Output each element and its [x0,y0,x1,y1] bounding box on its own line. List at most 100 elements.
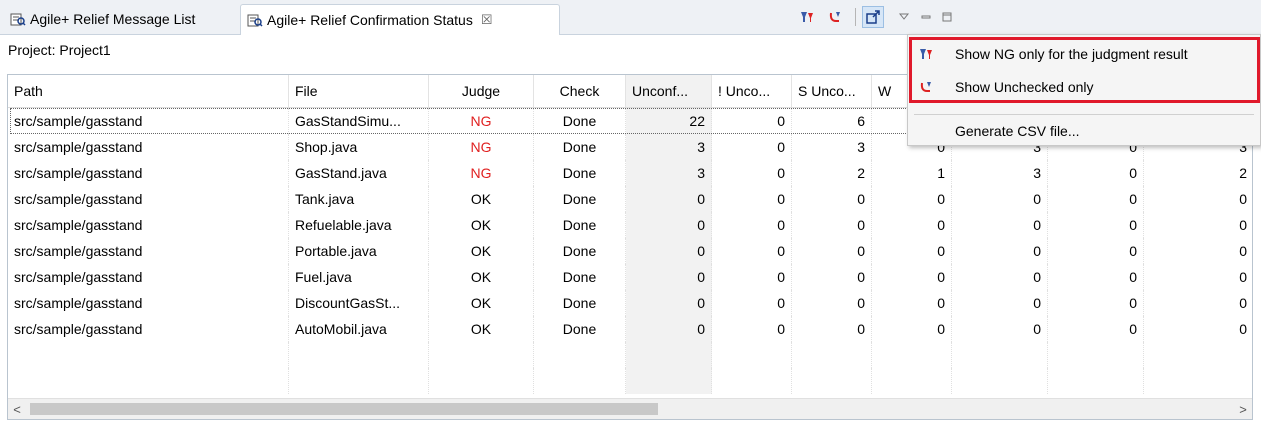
column-header-check[interactable]: Check [534,75,626,107]
maximize-icon [942,12,952,22]
cell-judge: OK [429,316,534,342]
cell-path: src/sample/gasstand [8,212,289,238]
column-header-unconfirmed[interactable]: Unconf... [626,75,712,107]
tab-confirmation-status[interactable]: Agile+ Relief Confirmation Status ☒ [240,4,560,35]
cell-warning-unconfirmed: 0 [872,316,952,342]
cell-warning-unconfirmed: 0 [872,238,952,264]
cell-warning-unconfirmed: 1 [872,160,952,186]
cell-unconfirmed: 0 [626,316,712,342]
ng-filter-button[interactable] [796,6,818,28]
cell-file: AutoMobil.java [289,316,429,342]
cell-extra-3: 0 [1144,186,1252,212]
cell-error-unconfirmed: 0 [712,186,792,212]
view-dropdown-menu: Show NG only for the judgment result Sho… [907,34,1261,146]
cell-extra-3: 2 [1144,160,1252,186]
project-label: Project: Project1 [8,42,111,58]
cell-path: src/sample/gasstand [8,316,289,342]
cell-serious-unconfirmed: 0 [792,212,872,238]
empty-row [8,368,1252,394]
project-caption: Project: [8,42,56,58]
scroll-left-icon[interactable]: < [8,399,26,419]
cell-unconfirmed: 3 [626,134,712,160]
cell-file: Shop.java [289,134,429,160]
scrollbar-thumb[interactable] [30,403,658,415]
empty-cell [1144,368,1252,394]
empty-cell [429,342,534,368]
column-header-judge[interactable]: Judge [429,75,534,107]
empty-cell [289,368,429,394]
cell-warning-unconfirmed: 0 [872,264,952,290]
cell-file: Portable.java [289,238,429,264]
view-menu-icon [898,13,910,20]
ng-filter-icon [918,46,934,62]
cell-extra-3: 0 [1144,238,1252,264]
table-row[interactable]: src/sample/gasstand Refuelable.java OK Done… [8,212,1252,238]
table-row[interactable]: src/sample/gasstand GasStand.java NG Done 3 0… [8,160,1252,186]
column-header-file[interactable]: File [289,75,429,107]
ng-filter-icon [801,12,813,22]
table-row[interactable]: src/sample/gasstand Fuel.java OK Done 0 0 0 0 0 0… [8,264,1252,290]
column-header-serious-unconfirmed[interactable]: S Unco... [792,75,872,107]
table-row[interactable]: src/sample/gasstand Tank.java OK Done 0 0 0 0 0 0… [8,186,1252,212]
cell-error-unconfirmed: 0 [712,160,792,186]
cell-judge: OK [429,290,534,316]
cell-serious-unconfirmed: 3 [792,134,872,160]
unchecked-filter-icon [829,12,840,22]
empty-cell [712,342,792,368]
cell-extra-3: 0 [1144,212,1252,238]
cell-extra-2: 0 [1048,212,1144,238]
menu-item-label: Generate CSV file... [955,123,1080,139]
cell-extra-1: 0 [952,212,1048,238]
relief-view-icon [10,13,26,26]
cell-error-unconfirmed: 0 [712,212,792,238]
cell-file: Refuelable.java [289,212,429,238]
cell-error-unconfirmed: 0 [712,290,792,316]
tab-message-list[interactable]: Agile+ Relief Message List [4,4,238,34]
empty-cell [429,368,534,394]
cell-serious-unconfirmed: 0 [792,186,872,212]
minimize-button[interactable] [915,6,937,28]
cell-check: Done [534,186,626,212]
table-row[interactable]: src/sample/gasstand Portable.java OK Done 0 0… [8,238,1252,264]
cell-unconfirmed: 0 [626,290,712,316]
cell-extra-1: 0 [952,316,1048,342]
empty-row [8,342,1252,368]
cell-judge: OK [429,186,534,212]
menu-item-show-ng-only[interactable]: Show NG only for the judgment result [908,40,1260,68]
column-header-path[interactable]: Path [8,75,289,107]
menu-item-generate-csv[interactable]: Generate CSV file... [908,117,1260,145]
table-row[interactable]: src/sample/gasstand AutoMobil.java OK Done 0… [8,316,1252,342]
export-icon [866,10,880,24]
column-header-error-unconfirmed[interactable]: ! Unco... [712,75,792,107]
cell-unconfirmed: 0 [626,186,712,212]
empty-cell [8,368,289,394]
scroll-right-icon[interactable]: > [1234,399,1252,419]
cell-extra-2: 0 [1048,186,1144,212]
menu-separator [914,114,1254,115]
horizontal-scrollbar[interactable]: < > [8,398,1252,419]
cell-serious-unconfirmed: 2 [792,160,872,186]
cell-path: src/sample/gasstand [8,290,289,316]
cell-path: src/sample/gasstand [8,134,289,160]
empty-cell [952,342,1048,368]
cell-check: Done [534,212,626,238]
table-row[interactable]: src/sample/gasstand DiscountGasSt... OK Don… [8,290,1252,316]
unchecked-filter-button[interactable] [824,6,846,28]
empty-cell [872,368,952,394]
cell-warning-unconfirmed: 0 [872,186,952,212]
close-icon[interactable]: ☒ [481,12,493,28]
cell-check: Done [534,134,626,160]
export-button[interactable] [862,6,884,28]
empty-cell [534,368,626,394]
empty-cell [712,368,792,394]
empty-cell [792,368,872,394]
menu-item-show-unchecked-only[interactable]: Show Unchecked only [908,73,1260,101]
cell-check: Done [534,160,626,186]
maximize-button[interactable] [936,6,958,28]
cell-check: Done [534,264,626,290]
view-menu-button[interactable] [893,6,915,28]
cell-file: Fuel.java [289,264,429,290]
cell-extra-3: 0 [1144,290,1252,316]
cell-judge: NG [429,160,534,186]
view-tab-bar: Agile+ Relief Message List Agile+ Relief… [0,0,1261,35]
